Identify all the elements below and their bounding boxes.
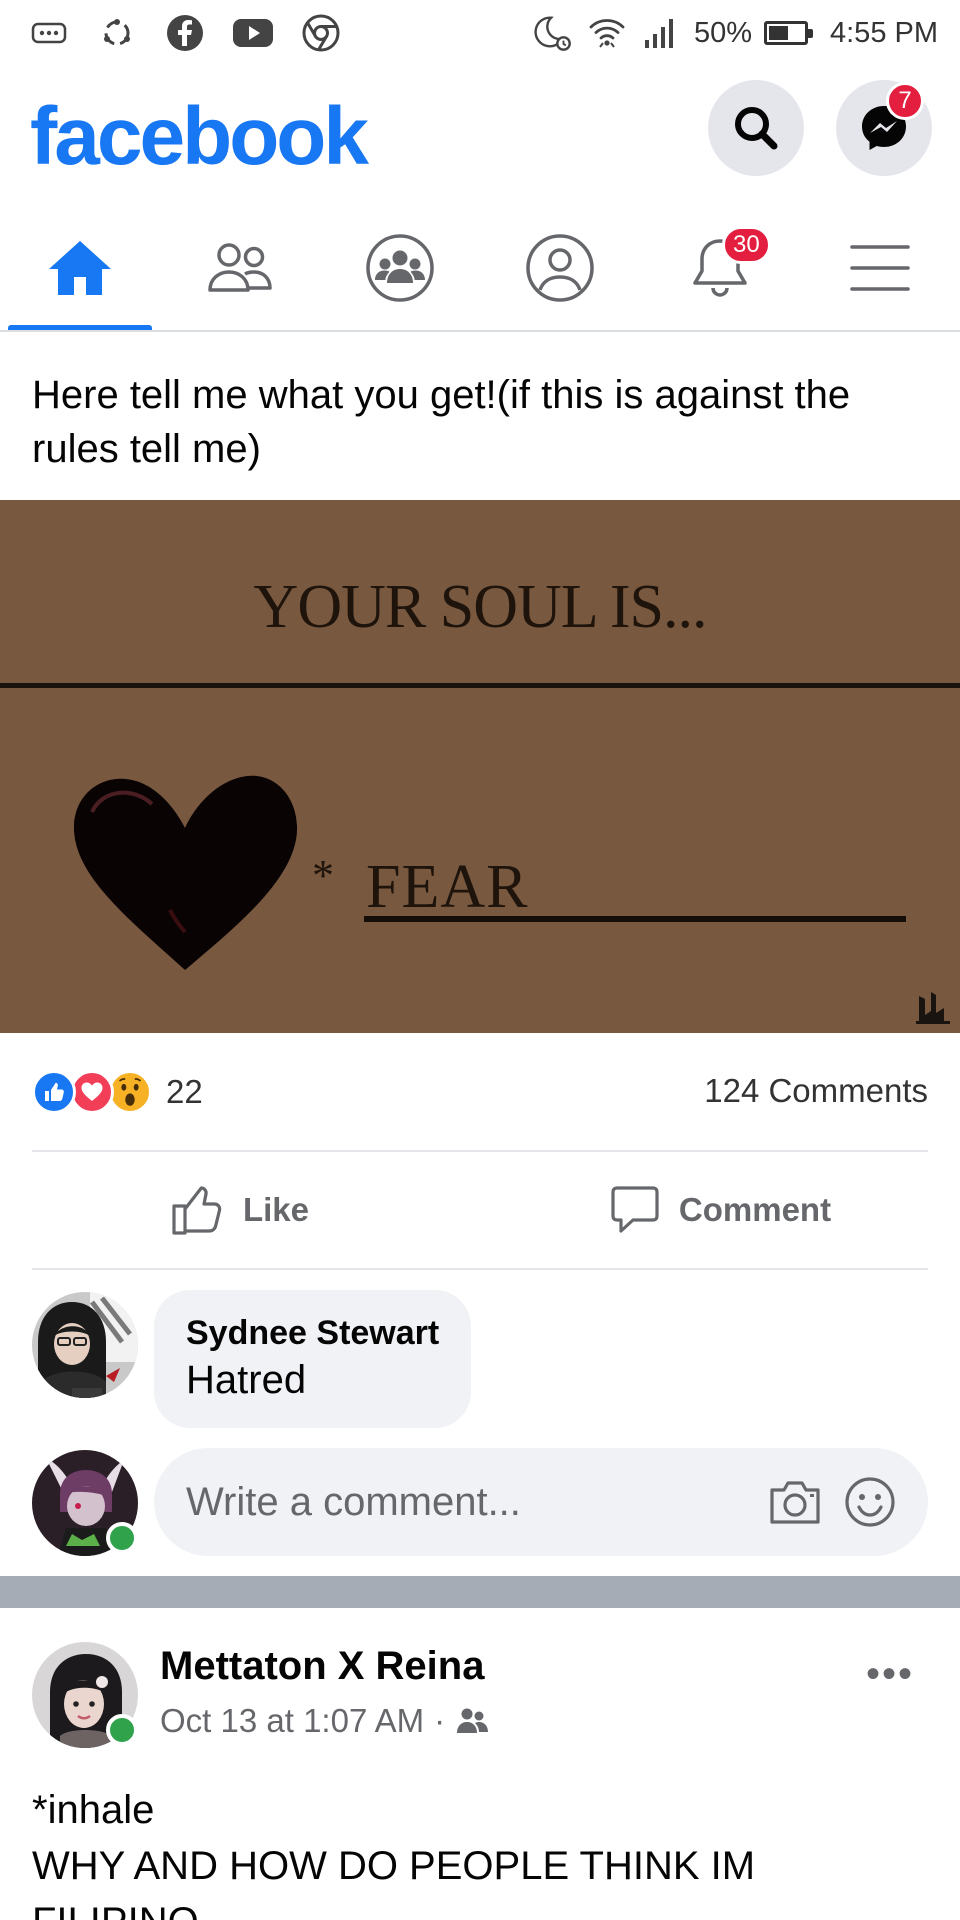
groups-icon: [366, 234, 434, 302]
notifications-badge: 30: [722, 226, 771, 264]
post2-text-line: *inhale: [32, 1788, 155, 1832]
post2-meta: Oct 13 at 1:07 AM ·: [160, 1702, 489, 1740]
battery-percent: 50%: [693, 16, 752, 49]
online-status-dot: [106, 1522, 138, 1554]
post2-text: *inhale WHY AND HOW DO PEOPLE THINK IM F…: [32, 1782, 932, 1920]
tab-friends[interactable]: [160, 206, 320, 330]
comment-text: Hatred: [186, 1358, 307, 1402]
search-button[interactable]: [708, 80, 804, 176]
youtube-app-icon: [232, 12, 274, 54]
like-label: Like: [242, 1191, 310, 1228]
comment-input-placeholder: Write a comment...: [186, 1479, 521, 1524]
messenger-button[interactable]: 7: [836, 80, 932, 176]
main-nav: 30: [0, 206, 960, 332]
comment-author[interactable]: Sydnee Stewart: [186, 1312, 439, 1354]
messenger-badge: 7: [886, 82, 924, 120]
facebook-logo[interactable]: facebook: [30, 90, 369, 184]
divider: [32, 1268, 928, 1270]
post-actions: Like Comment: [0, 1152, 960, 1268]
wifi-icon: [586, 12, 628, 54]
app-header: facebook 7: [0, 66, 960, 206]
post2-text-line: FILIPINO: [32, 1894, 932, 1920]
status-bar-notification-icons: [28, 12, 342, 54]
friends-audience-icon: [457, 1708, 489, 1733]
comment-bubble[interactable]: Sydnee Stewart Hatred: [154, 1290, 472, 1428]
status-bar-system: 50% 4:55 PM: [532, 12, 938, 54]
like-button[interactable]: Like: [0, 1152, 480, 1268]
watermark-logo: [916, 992, 950, 1024]
more-options-button[interactable]: •••: [866, 1652, 914, 1697]
sync-app-icon: [96, 12, 138, 54]
thumbs-up-icon: [172, 1186, 222, 1235]
online-status-dot: [106, 1714, 138, 1746]
night-alarm-icon: [532, 12, 574, 54]
friends-icon: [208, 243, 272, 292]
image-divider: [0, 683, 960, 688]
signal-icon: [640, 12, 682, 54]
comments-count-link[interactable]: 124 Comments: [704, 1072, 928, 1110]
menu-icon: [850, 245, 910, 291]
post2-author[interactable]: Mettaton X Reina: [160, 1644, 484, 1689]
comment-label: Comment: [678, 1191, 832, 1228]
post-text: Here tell me what you get!(if this is ag…: [32, 373, 851, 471]
post2-text-line: WHY AND HOW DO PEOPLE THINK IM: [32, 1844, 756, 1888]
post-image[interactable]: YOUR SOUL IS... * FEAR: [0, 500, 960, 1033]
image-title: YOUR SOUL IS...: [253, 573, 708, 641]
wow-reaction-icon: [108, 1070, 152, 1114]
meta-separator: ·: [434, 1702, 446, 1739]
battery-icon: [764, 21, 813, 45]
facebook-app-icon: [164, 12, 206, 54]
chrome-app-icon: [300, 12, 342, 54]
emoji-icon[interactable]: [844, 1476, 896, 1528]
feed-separator: [0, 1576, 960, 1608]
clock: 4:55 PM: [830, 16, 938, 49]
tab-profile[interactable]: [480, 206, 640, 330]
image-star: *: [312, 851, 334, 900]
camera-icon[interactable]: [768, 1478, 822, 1526]
commenter-avatar[interactable]: [32, 1292, 138, 1398]
love-reaction-icon: [70, 1070, 114, 1114]
profile-icon: [526, 234, 594, 302]
tab-menu[interactable]: [800, 206, 960, 330]
reactions-summary[interactable]: 22: [32, 1064, 203, 1120]
status-bar: 50% 4:55 PM: [0, 0, 960, 66]
tab-home[interactable]: [0, 206, 160, 330]
dots-app-icon: [28, 12, 70, 54]
heart-icon: [73, 775, 298, 970]
battery-level: [769, 26, 788, 40]
tab-groups[interactable]: [320, 206, 480, 330]
post2-timestamp[interactable]: Oct 13 at 1:07 AM: [160, 1702, 424, 1740]
image-result-underline: [364, 916, 906, 922]
home-icon: [49, 241, 111, 295]
comment-icon: [611, 1186, 659, 1233]
comment-input[interactable]: Write a comment...: [154, 1448, 928, 1556]
like-reaction-icon: [32, 1070, 76, 1114]
reaction-count: 22: [166, 1073, 203, 1110]
comment-button[interactable]: Comment: [480, 1152, 960, 1268]
search-icon: [735, 107, 778, 150]
tab-notifications[interactable]: 30: [640, 206, 800, 330]
image-result: FEAR: [366, 853, 529, 921]
